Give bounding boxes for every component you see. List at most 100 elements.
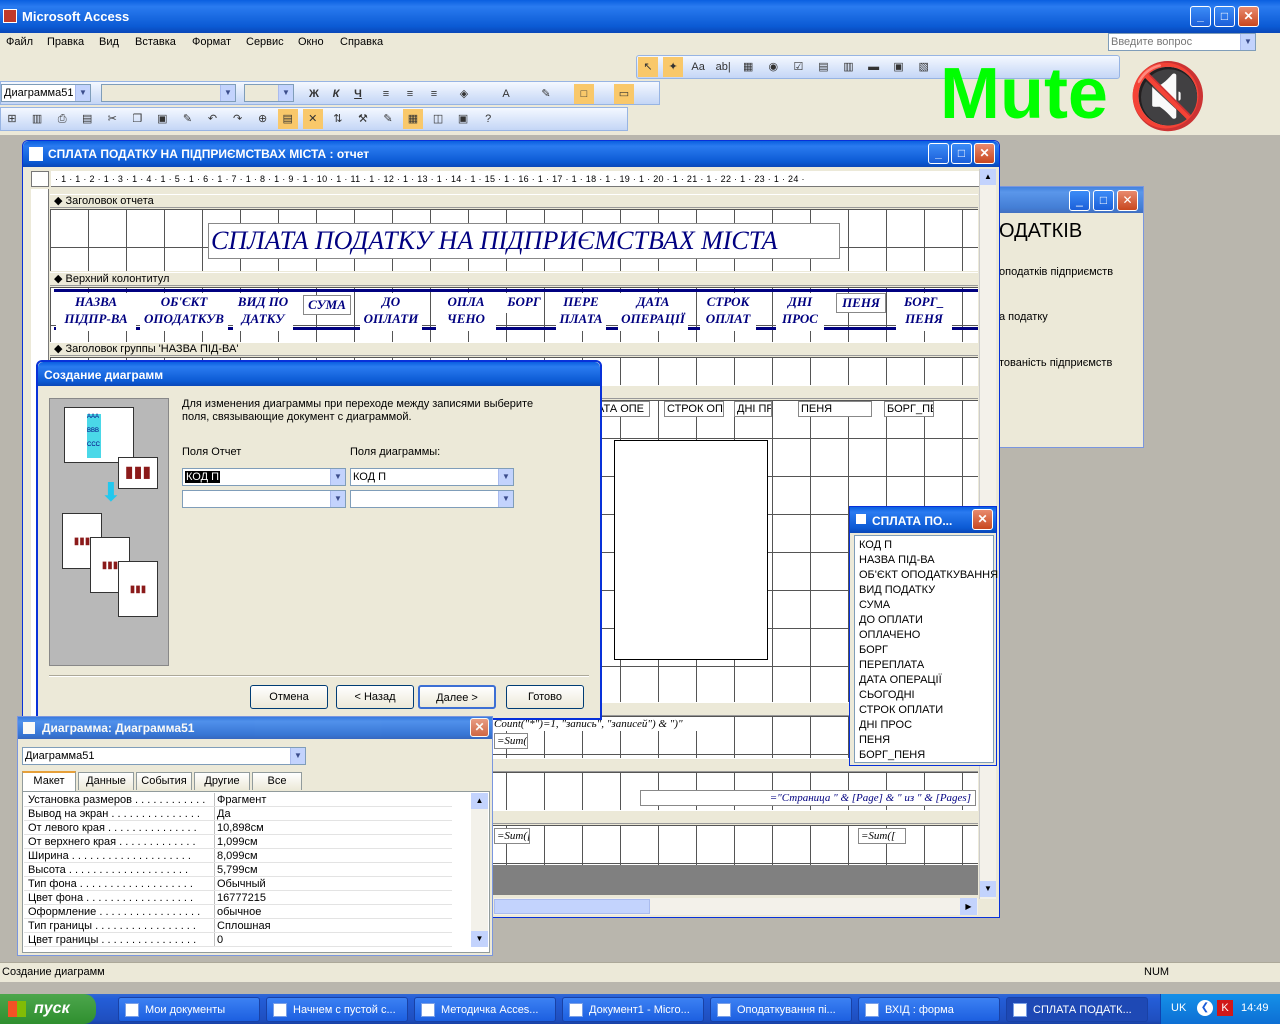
taskbar-item[interactable]: Начнем с пустой с... <box>266 997 408 1022</box>
page-number-expression[interactable]: ="Страница " & [Page] & " из " & [Pages] <box>640 790 976 806</box>
menu-view[interactable]: Вид <box>99 36 119 48</box>
listbox-icon[interactable]: ▥ <box>839 57 859 77</box>
cancel-button[interactable]: Отмена <box>250 685 328 709</box>
menu-help[interactable]: Справка <box>340 36 383 48</box>
prop-value[interactable]: 1,099см <box>214 835 452 848</box>
chevron-down-icon[interactable]: ▼ <box>220 85 235 101</box>
chart-object[interactable] <box>614 440 768 660</box>
detail-field-penalty[interactable]: ПЕНЯ <box>798 401 872 417</box>
prop-value[interactable]: 10,898см <box>214 821 452 834</box>
taskbar-item[interactable]: Мои документы <box>118 997 260 1022</box>
antivirus-icon[interactable]: K <box>1217 1000 1233 1016</box>
col-header-op-date[interactable]: ДАТА ОПЕРАЦІЇ <box>618 293 688 331</box>
col-header-sum[interactable]: СУМА <box>303 295 351 315</box>
report-maximize[interactable]: □ <box>951 143 972 164</box>
chevron-down-icon[interactable]: ▼ <box>498 491 513 507</box>
chevron-down-icon[interactable]: ▼ <box>330 469 345 485</box>
view-icon[interactable]: ⊞ <box>2 109 22 129</box>
tray-arrow-icon[interactable]: ❮ <box>1197 1000 1213 1016</box>
align-center-icon[interactable]: ≡ <box>400 84 420 104</box>
field-item[interactable]: ОПЛАЧЕНО <box>855 628 993 643</box>
format-painter-icon[interactable]: ✎ <box>177 109 197 129</box>
properties-scrollbar[interactable]: ▲ ▼ <box>471 793 488 947</box>
sorting-icon[interactable]: ⇅ <box>328 109 348 129</box>
field-list-close[interactable]: ✕ <box>972 509 993 530</box>
report-close[interactable]: ✕ <box>974 143 995 164</box>
field-item[interactable]: БОРГ_ПЕНЯ <box>855 748 993 763</box>
scroll-right-icon[interactable]: ▶ <box>960 898 977 915</box>
field-list-icon[interactable]: ▤ <box>277 109 298 129</box>
properties-icon[interactable]: ▦ <box>403 109 423 129</box>
chevron-down-icon[interactable]: ▼ <box>498 469 513 485</box>
prop-row[interactable]: Установка размеров . . . . . . . . . . .… <box>24 793 452 807</box>
unbound-object-icon[interactable]: ▧ <box>914 57 934 77</box>
section-report-header[interactable]: ◆ Заголовок отчета <box>50 194 978 208</box>
detail-field-days[interactable]: ДНІ ПР <box>734 401 772 417</box>
horizontal-scrollbar[interactable]: ▶ <box>494 898 978 915</box>
line-color-icon[interactable]: ✎ <box>536 84 556 104</box>
close-button[interactable]: ✕ <box>1238 6 1259 27</box>
align-right-icon[interactable]: ≡ <box>424 84 444 104</box>
prop-row[interactable]: Цвет границы . . . . . . . . . . . . . .… <box>24 933 452 947</box>
paste-icon[interactable]: ▣ <box>152 109 172 129</box>
col-header-company[interactable]: НАЗВА ПІДПР-ВА <box>56 293 136 331</box>
taskbar-item[interactable]: Методичка Acces... <box>414 997 556 1022</box>
finish-button[interactable]: Готово <box>506 685 584 709</box>
chart-field-combo-2[interactable]: ▼ <box>350 490 514 508</box>
report-sum-field-1[interactable]: =Sum([ <box>494 828 530 844</box>
prop-row[interactable]: Тип фона . . . . . . . . . . . . . . . .… <box>24 877 452 891</box>
database-window-icon[interactable]: ◫ <box>428 109 448 129</box>
section-page-header[interactable]: ◆ Верхний колонтитул <box>50 272 978 286</box>
detail-field-debt-penalty[interactable]: БОРГ_ПЕ <box>884 401 934 417</box>
col-header-to-pay[interactable]: ДО ОПЛАТИ <box>360 293 422 331</box>
fill-color-icon[interactable]: ◈ <box>454 84 474 104</box>
col-header-tax-type[interactable]: ВИД ПО ДАТКУ <box>233 293 293 331</box>
report-field-combo-2[interactable]: ▼ <box>182 490 346 508</box>
minimize-button[interactable]: _ <box>1190 6 1211 27</box>
field-item[interactable]: БОРГ <box>855 643 993 658</box>
field-item[interactable]: НАЗВА ПІД-ВА <box>855 553 993 568</box>
combo-icon[interactable]: ▤ <box>813 57 833 77</box>
save-icon[interactable]: ▥ <box>27 109 47 129</box>
border-width-icon[interactable]: □ <box>574 84 594 104</box>
field-item[interactable]: ДНІ ПРОС <box>855 718 993 733</box>
col-header-term[interactable]: СТРОК ОПЛАТ <box>700 293 756 331</box>
tab-other[interactable]: Другие <box>194 772 250 790</box>
question-box[interactable]: Введите вопрос ▼ <box>1108 33 1256 51</box>
button-icon[interactable]: ▬ <box>864 57 884 77</box>
menu-format[interactable]: Формат <box>192 36 231 48</box>
redo-icon[interactable]: ↷ <box>228 109 248 129</box>
field-item[interactable]: КОД П <box>855 538 993 553</box>
scroll-down-icon[interactable]: ▼ <box>980 881 996 897</box>
hyperlink-icon[interactable]: ⊕ <box>253 109 273 129</box>
detail-field-op-date[interactable]: АТА ОПЕ <box>594 401 650 417</box>
prop-row[interactable]: Тип границы . . . . . . . . . . . . . . … <box>24 919 452 933</box>
maximize-button[interactable]: □ <box>1214 6 1235 27</box>
prop-value[interactable]: Обычный <box>214 877 452 890</box>
font-combo[interactable]: ▼ <box>101 84 236 102</box>
ruler-corner[interactable] <box>31 171 49 187</box>
prop-value[interactable]: 0 <box>214 933 452 946</box>
report-heading[interactable]: СПЛАТА ПОДАТКУ НА ПІДПРИЄМСТВАХ МІСТА <box>208 223 840 259</box>
prop-value[interactable]: обычное <box>214 905 452 918</box>
chart-field-combo-1[interactable]: КОД П ▼ <box>350 468 514 486</box>
bold-button[interactable]: Ж <box>304 84 324 104</box>
wizard-icon[interactable]: ✦ <box>663 57 684 77</box>
underline-button[interactable]: Ч <box>348 84 368 104</box>
italic-button[interactable]: К <box>326 84 346 104</box>
prop-row[interactable]: Высота . . . . . . . . . . . . . . . . .… <box>24 863 452 877</box>
tab-events[interactable]: События <box>136 772 192 790</box>
chevron-down-icon[interactable]: ▼ <box>1240 34 1255 50</box>
option-group-icon[interactable]: ▦ <box>738 57 758 77</box>
prop-value[interactable]: Да <box>214 807 452 820</box>
scroll-up-icon[interactable]: ▲ <box>471 793 488 809</box>
chevron-down-icon[interactable]: ▼ <box>278 85 293 101</box>
checkbox-icon[interactable]: ☑ <box>788 57 808 77</box>
back-window-maximize[interactable]: □ <box>1093 190 1114 211</box>
chevron-down-icon[interactable]: ▼ <box>290 748 305 764</box>
tab-layout[interactable]: Макет <box>22 771 76 791</box>
col-header-debt-penalty[interactable]: БОРГ_ ПЕНЯ <box>896 293 952 331</box>
col-header-debt[interactable]: БОРГ <box>504 293 544 313</box>
print-icon[interactable]: ⎙ <box>52 109 72 129</box>
field-item[interactable]: СУМА <box>855 598 993 613</box>
